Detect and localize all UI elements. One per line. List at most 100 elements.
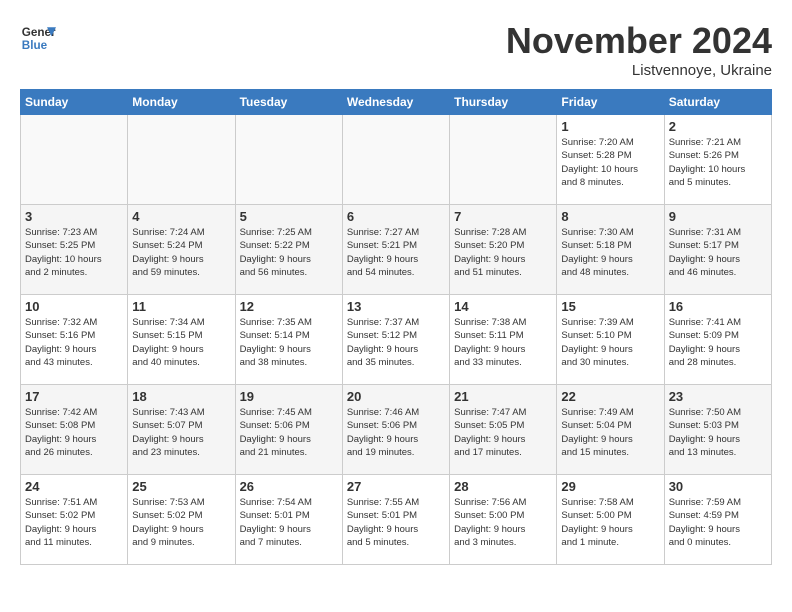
- calendar-cell: 14 Sunrise: 7:38 AM Sunset: 5:11 PM Dayli…: [450, 295, 557, 385]
- day-number: 23: [669, 389, 767, 404]
- day-number: 21: [454, 389, 552, 404]
- month-title: November 2024: [506, 20, 772, 62]
- day-number: 1: [561, 119, 659, 134]
- day-info: Sunrise: 7:42 AM Sunset: 5:08 PM Dayligh…: [25, 406, 123, 459]
- day-info: Sunrise: 7:49 AM Sunset: 5:04 PM Dayligh…: [561, 406, 659, 459]
- weekday-header-sunday: Sunday: [21, 90, 128, 115]
- day-number: 3: [25, 209, 123, 224]
- day-info: Sunrise: 7:59 AM Sunset: 4:59 PM Dayligh…: [669, 496, 767, 549]
- day-number: 20: [347, 389, 445, 404]
- day-number: 11: [132, 299, 230, 314]
- day-number: 27: [347, 479, 445, 494]
- calendar-week-5: 24 Sunrise: 7:51 AM Sunset: 5:02 PM Dayli…: [21, 475, 772, 565]
- day-number: 10: [25, 299, 123, 314]
- weekday-header-thursday: Thursday: [450, 90, 557, 115]
- day-info: Sunrise: 7:24 AM Sunset: 5:24 PM Dayligh…: [132, 226, 230, 279]
- day-number: 16: [669, 299, 767, 314]
- day-number: 8: [561, 209, 659, 224]
- day-number: 2: [669, 119, 767, 134]
- calendar-cell: 6 Sunrise: 7:27 AM Sunset: 5:21 PM Daylig…: [342, 205, 449, 295]
- day-info: Sunrise: 7:25 AM Sunset: 5:22 PM Dayligh…: [240, 226, 338, 279]
- day-number: 4: [132, 209, 230, 224]
- calendar-cell: 11 Sunrise: 7:34 AM Sunset: 5:15 PM Dayli…: [128, 295, 235, 385]
- weekday-header-row: SundayMondayTuesdayWednesdayThursdayFrid…: [21, 90, 772, 115]
- day-number: 30: [669, 479, 767, 494]
- logo: General Blue: [20, 20, 56, 56]
- day-info: Sunrise: 7:47 AM Sunset: 5:05 PM Dayligh…: [454, 406, 552, 459]
- weekday-header-monday: Monday: [128, 90, 235, 115]
- calendar-cell: [450, 115, 557, 205]
- day-info: Sunrise: 7:37 AM Sunset: 5:12 PM Dayligh…: [347, 316, 445, 369]
- calendar-cell: 18 Sunrise: 7:43 AM Sunset: 5:07 PM Dayli…: [128, 385, 235, 475]
- day-info: Sunrise: 7:21 AM Sunset: 5:26 PM Dayligh…: [669, 136, 767, 189]
- day-number: 22: [561, 389, 659, 404]
- calendar-cell: 23 Sunrise: 7:50 AM Sunset: 5:03 PM Dayli…: [664, 385, 771, 475]
- calendar-cell: 13Sunrise: 7:37 AM Sunset: 5:12 PM Dayli…: [342, 295, 449, 385]
- calendar-week-2: 3Sunrise: 7:23 AM Sunset: 5:25 PM Daylig…: [21, 205, 772, 295]
- calendar-cell: 24 Sunrise: 7:51 AM Sunset: 5:02 PM Dayli…: [21, 475, 128, 565]
- calendar-cell: 28 Sunrise: 7:56 AM Sunset: 5:00 PM Dayli…: [450, 475, 557, 565]
- day-info: Sunrise: 7:27 AM Sunset: 5:21 PM Dayligh…: [347, 226, 445, 279]
- calendar-cell: [128, 115, 235, 205]
- day-number: 18: [132, 389, 230, 404]
- calendar-cell: 5 Sunrise: 7:25 AM Sunset: 5:22 PM Daylig…: [235, 205, 342, 295]
- day-info: Sunrise: 7:30 AM Sunset: 5:18 PM Dayligh…: [561, 226, 659, 279]
- day-number: 17: [25, 389, 123, 404]
- day-info: Sunrise: 7:34 AM Sunset: 5:15 PM Dayligh…: [132, 316, 230, 369]
- day-info: Sunrise: 7:55 AM Sunset: 5:01 PM Dayligh…: [347, 496, 445, 549]
- page-header: General Blue November 2024 Listvennoye, …: [20, 20, 772, 79]
- day-info: Sunrise: 7:56 AM Sunset: 5:00 PM Dayligh…: [454, 496, 552, 549]
- day-info: Sunrise: 7:41 AM Sunset: 5:09 PM Dayligh…: [669, 316, 767, 369]
- calendar-cell: 4 Sunrise: 7:24 AM Sunset: 5:24 PM Daylig…: [128, 205, 235, 295]
- weekday-header-friday: Friday: [557, 90, 664, 115]
- day-info: Sunrise: 7:38 AM Sunset: 5:11 PM Dayligh…: [454, 316, 552, 369]
- day-info: Sunrise: 7:58 AM Sunset: 5:00 PM Dayligh…: [561, 496, 659, 549]
- calendar-cell: 30 Sunrise: 7:59 AM Sunset: 4:59 PM Dayli…: [664, 475, 771, 565]
- weekday-header-wednesday: Wednesday: [342, 90, 449, 115]
- day-number: 14: [454, 299, 552, 314]
- day-number: 29: [561, 479, 659, 494]
- day-number: 5: [240, 209, 338, 224]
- day-number: 9: [669, 209, 767, 224]
- calendar-cell: 17 Sunrise: 7:42 AM Sunset: 5:08 PM Dayli…: [21, 385, 128, 475]
- day-number: 19: [240, 389, 338, 404]
- day-info: Sunrise: 7:28 AM Sunset: 5:20 PM Dayligh…: [454, 226, 552, 279]
- weekday-header-tuesday: Tuesday: [235, 90, 342, 115]
- day-number: 15: [561, 299, 659, 314]
- weekday-header-saturday: Saturday: [664, 90, 771, 115]
- calendar-cell: [342, 115, 449, 205]
- day-info: Sunrise: 7:54 AM Sunset: 5:01 PM Dayligh…: [240, 496, 338, 549]
- day-info: Sunrise: 7:51 AM Sunset: 5:02 PM Dayligh…: [25, 496, 123, 549]
- svg-text:Blue: Blue: [22, 39, 48, 52]
- calendar-cell: 10 Sunrise: 7:32 AM Sunset: 5:16 PM Dayli…: [21, 295, 128, 385]
- day-number: 12: [240, 299, 338, 314]
- calendar-cell: 2 Sunrise: 7:21 AM Sunset: 5:26 PM Daylig…: [664, 115, 771, 205]
- calendar-cell: 19Sunrise: 7:45 AM Sunset: 5:06 PM Dayli…: [235, 385, 342, 475]
- calendar-cell: 9 Sunrise: 7:31 AM Sunset: 5:17 PM Daylig…: [664, 205, 771, 295]
- calendar-week-1: 1 Sunrise: 7:20 AM Sunset: 5:28 PM Daylig…: [21, 115, 772, 205]
- calendar-cell: 7 Sunrise: 7:28 AM Sunset: 5:20 PM Daylig…: [450, 205, 557, 295]
- day-info: Sunrise: 7:32 AM Sunset: 5:16 PM Dayligh…: [25, 316, 123, 369]
- calendar-cell: 1 Sunrise: 7:20 AM Sunset: 5:28 PM Daylig…: [557, 115, 664, 205]
- calendar-cell: 15 Sunrise: 7:39 AM Sunset: 5:10 PM Dayli…: [557, 295, 664, 385]
- day-info: Sunrise: 7:39 AM Sunset: 5:10 PM Dayligh…: [561, 316, 659, 369]
- day-number: 25: [132, 479, 230, 494]
- calendar-cell: [21, 115, 128, 205]
- day-info: Sunrise: 7:31 AM Sunset: 5:17 PM Dayligh…: [669, 226, 767, 279]
- day-number: 24: [25, 479, 123, 494]
- day-number: 28: [454, 479, 552, 494]
- calendar-table: SundayMondayTuesdayWednesdayThursdayFrid…: [20, 89, 772, 565]
- day-number: 6: [347, 209, 445, 224]
- day-number: 7: [454, 209, 552, 224]
- day-info: Sunrise: 7:50 AM Sunset: 5:03 PM Dayligh…: [669, 406, 767, 459]
- calendar-cell: 12Sunrise: 7:35 AM Sunset: 5:14 PM Dayli…: [235, 295, 342, 385]
- calendar-cell: 3Sunrise: 7:23 AM Sunset: 5:25 PM Daylig…: [21, 205, 128, 295]
- calendar-cell: 22 Sunrise: 7:49 AM Sunset: 5:04 PM Dayli…: [557, 385, 664, 475]
- day-info: Sunrise: 7:20 AM Sunset: 5:28 PM Dayligh…: [561, 136, 659, 189]
- calendar-week-3: 10 Sunrise: 7:32 AM Sunset: 5:16 PM Dayli…: [21, 295, 772, 385]
- calendar-cell: 26Sunrise: 7:54 AM Sunset: 5:01 PM Dayli…: [235, 475, 342, 565]
- logo-icon: General Blue: [20, 20, 56, 56]
- day-info: Sunrise: 7:43 AM Sunset: 5:07 PM Dayligh…: [132, 406, 230, 459]
- day-info: Sunrise: 7:46 AM Sunset: 5:06 PM Dayligh…: [347, 406, 445, 459]
- location: Listvennoye, Ukraine: [506, 62, 772, 79]
